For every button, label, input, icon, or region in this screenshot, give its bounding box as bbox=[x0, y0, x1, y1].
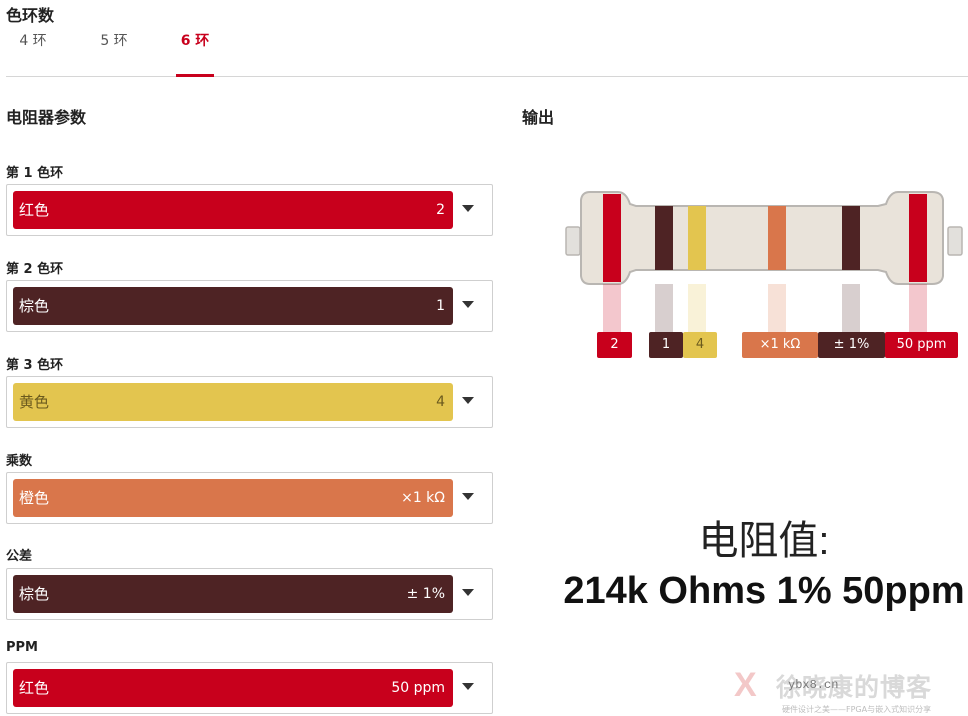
band-1-select[interactable]: 红色 2 bbox=[6, 184, 493, 236]
tab-6-band[interactable]: 6 环 bbox=[176, 30, 214, 77]
band-2-color-swatch: 棕色 1 bbox=[13, 287, 453, 325]
ppm-leader bbox=[909, 284, 927, 332]
tolerance-tag: ± 1% bbox=[818, 332, 885, 358]
output-title: 输出 bbox=[522, 108, 555, 127]
tolerance-leader bbox=[842, 284, 860, 332]
multiplier-color-swatch: 橙色 ×1 kΩ bbox=[13, 479, 453, 517]
tolerance-stripe bbox=[842, 206, 860, 270]
band-2-stripe bbox=[655, 206, 673, 270]
band-1-tag: 2 bbox=[597, 332, 632, 358]
caret-down-icon bbox=[462, 589, 474, 596]
caret-down-icon bbox=[462, 397, 474, 404]
band-1-color-name: 红色 bbox=[19, 201, 50, 219]
caret-down-icon bbox=[462, 683, 474, 690]
ppm-tag: 50 ppm bbox=[885, 332, 958, 358]
band-2-leader bbox=[655, 284, 673, 332]
multiplier-tag: ×1 kΩ bbox=[742, 332, 818, 358]
tolerance-label: 公差 bbox=[6, 549, 33, 564]
multiplier-label: 乘数 bbox=[6, 454, 33, 469]
watermark-subtitle: 硬件设计之美——FPGA与嵌入式知识分享 bbox=[782, 705, 932, 714]
ppm-select[interactable]: 红色 50 ppm bbox=[6, 662, 493, 714]
watermark-logo: X 徐晓康的博客 ybx8.cn 硬件设计之美——FPGA与嵌入式知识分享 bbox=[728, 662, 968, 716]
band-3-select[interactable]: 黄色 4 bbox=[6, 376, 493, 428]
band-2-select[interactable]: 棕色 1 bbox=[6, 280, 493, 332]
ppm-label: PPM bbox=[6, 640, 38, 655]
band-3-stripe bbox=[688, 206, 706, 270]
multiplier-stripe bbox=[768, 206, 786, 270]
multiplier-value: ×1 kΩ bbox=[401, 490, 445, 506]
band-1-value: 2 bbox=[436, 202, 445, 218]
band-1-leader bbox=[603, 284, 621, 332]
tolerance-value: ± 1% bbox=[406, 586, 445, 602]
band-1-label: 第 1 色环 bbox=[6, 166, 64, 181]
tab-4-band[interactable]: 4 环 bbox=[6, 30, 60, 74]
ppm-color-name: 红色 bbox=[19, 679, 50, 697]
tolerance-color-name: 棕色 bbox=[19, 585, 50, 603]
resistor-body bbox=[580, 191, 944, 285]
band-3-color-swatch: 黄色 4 bbox=[13, 383, 453, 421]
band-3-label: 第 3 色环 bbox=[6, 358, 64, 373]
tolerance-color-swatch: 棕色 ± 1% bbox=[13, 575, 453, 613]
band-2-color-name: 棕色 bbox=[19, 297, 50, 315]
ppm-stripe bbox=[909, 194, 927, 282]
band-1-stripe bbox=[603, 194, 621, 282]
band-2-tag: 1 bbox=[649, 332, 683, 358]
watermark-mark: X bbox=[734, 666, 757, 704]
multiplier-color-name: 橙色 bbox=[19, 489, 50, 507]
resistor-lead-left bbox=[565, 226, 581, 256]
band-3-leader bbox=[688, 284, 706, 332]
multiplier-select[interactable]: 橙色 ×1 kΩ bbox=[6, 472, 493, 524]
band-2-value: 1 bbox=[436, 298, 445, 314]
ppm-color-swatch: 红色 50 ppm bbox=[13, 669, 453, 707]
caret-down-icon bbox=[462, 301, 474, 308]
band-count-tabs: 4 环 5 环 6 环 bbox=[6, 30, 968, 77]
caret-down-icon bbox=[462, 205, 474, 212]
resistance-label: 电阻值: bbox=[698, 519, 830, 563]
resistance-value: 214k Ohms 1% 50ppm bbox=[563, 570, 965, 612]
band-1-color-swatch: 红色 2 bbox=[13, 191, 453, 229]
watermark-url: ybx8.cn bbox=[788, 678, 839, 692]
band-2-label: 第 2 色环 bbox=[6, 262, 64, 277]
multiplier-leader bbox=[768, 284, 786, 332]
resistor-lead-right bbox=[947, 226, 963, 256]
caret-down-icon bbox=[462, 493, 474, 500]
band-count-title: 色环数 bbox=[6, 6, 55, 25]
band-3-color-name: 黄色 bbox=[19, 393, 50, 411]
band-3-tag: 4 bbox=[683, 332, 717, 358]
band-3-value: 4 bbox=[436, 394, 445, 410]
params-title: 电阻器参数 bbox=[6, 108, 87, 127]
ppm-value: 50 ppm bbox=[391, 680, 445, 696]
tab-5-band[interactable]: 5 环 bbox=[87, 30, 141, 74]
tolerance-select[interactable]: 棕色 ± 1% bbox=[6, 568, 493, 620]
